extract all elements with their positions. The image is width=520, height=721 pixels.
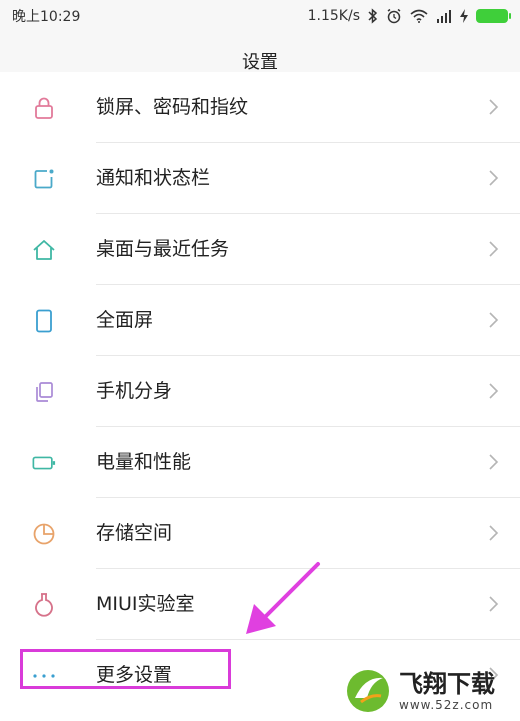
alarm-icon [387,8,401,24]
chevron-right-icon [489,99,499,115]
phone-screen-icon [32,309,56,333]
chevron-right-icon [489,454,499,470]
settings-item-label: MIUI实验室 [96,593,195,615]
watermark: 飞翔下载 www.52z.com [345,660,520,721]
lab-flask-icon [32,593,56,617]
lock-icon [32,96,56,120]
storage-pie-icon [32,522,56,546]
settings-item-label: 存储空间 [96,522,173,544]
chevron-right-icon [489,170,499,186]
settings-item-storage[interactable]: 存储空间 [0,498,520,568]
settings-item-battery-performance[interactable]: 电量和性能 [0,427,520,497]
settings-item-notifications[interactable]: 通知和状态栏 [0,143,520,213]
watermark-url: www.52z.com [399,697,494,712]
charging-icon [460,9,468,23]
settings-item-label: 手机分身 [96,380,173,402]
settings-item-home-screen[interactable]: 桌面与最近任务 [0,214,520,284]
dual-space-icon [32,380,56,404]
settings-item-label: 锁屏、密码和指纹 [96,96,249,118]
settings-item-label: 桌面与最近任务 [96,238,230,260]
status-time: 晚上10:29 [12,9,81,25]
page-title: 设置 [242,52,278,73]
watermark-brand: 飞翔下载 [399,669,495,698]
signal-icon [437,10,451,23]
chevron-right-icon [489,312,499,328]
chevron-right-icon [489,383,499,399]
battery-indicator [476,9,511,23]
chevron-right-icon [489,596,499,612]
status-icons: 1.15K/s [307,8,511,24]
chevron-right-icon [489,525,499,541]
network-speed: 1.15K/s [307,8,360,24]
settings-item-label: 通知和状态栏 [96,167,211,189]
notification-icon [32,167,56,191]
settings-item-second-space[interactable]: 手机分身 [0,356,520,426]
settings-item-lockscreen[interactable]: 锁屏、密码和指纹 [0,72,520,142]
wifi-icon [410,9,428,23]
home-icon [32,238,56,262]
status-bar: 晚上10:29 1.15K/s [0,0,520,32]
annotation-arrow-icon [246,562,320,634]
watermark-logo-icon [347,669,389,712]
bluetooth-icon [368,8,378,24]
settings-item-full-screen[interactable]: 全面屏 [0,285,520,355]
settings-item-label: 全面屏 [96,309,154,331]
battery-icon [32,451,56,475]
settings-item-label: 电量和性能 [96,451,192,473]
highlight-box [20,649,231,689]
chevron-right-icon [489,241,499,257]
